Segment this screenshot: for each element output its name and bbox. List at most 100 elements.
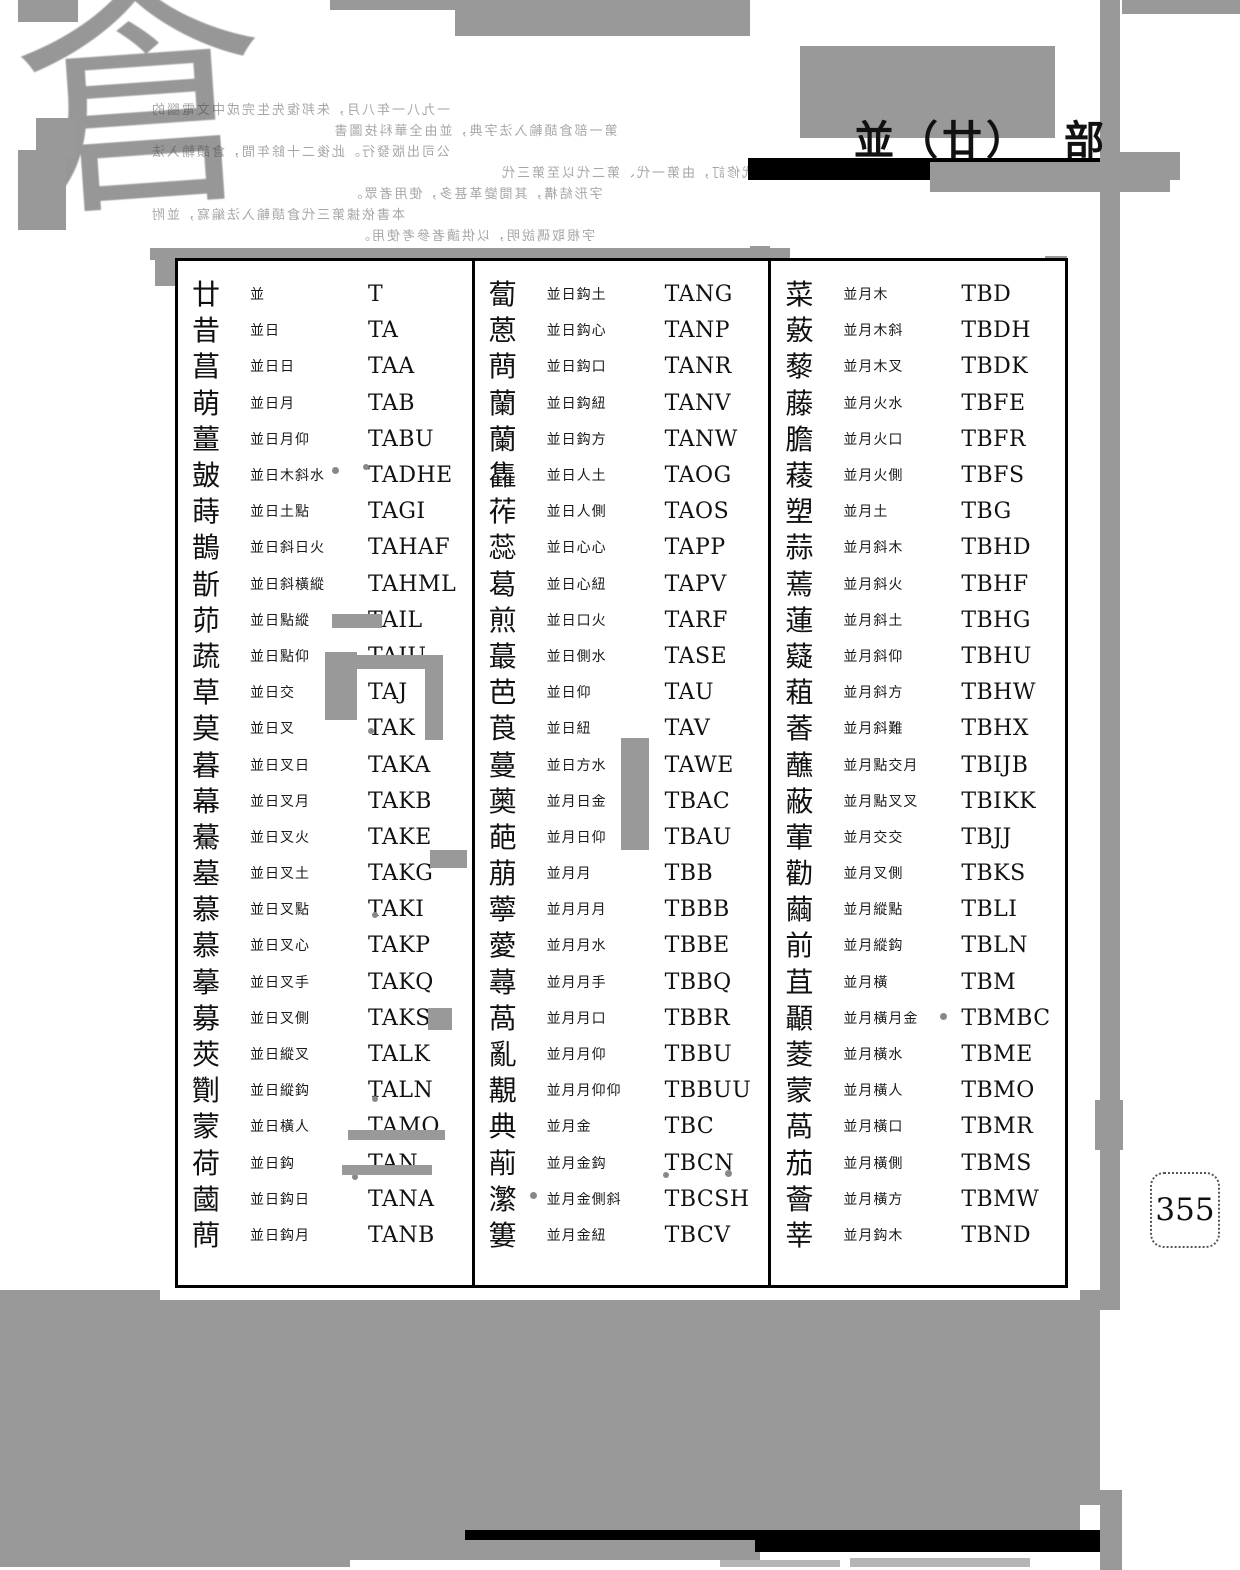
entry-character: 蕊 (488, 533, 517, 564)
dictionary-entry-row: 薂 並月木斜 TBDH (785, 313, 1059, 349)
scan-artifact (330, 0, 470, 10)
entry-cangjie-code: TAIU (368, 643, 427, 669)
dictionary-entry-row: 菱 並月橫水 TBME (785, 1037, 1059, 1073)
dictionary-entry-row: 葩 並月日仰 TBAU (489, 820, 763, 856)
entry-cangjie-code: TBMW (961, 1186, 1040, 1212)
dictionary-entry-row: 萠 並月月 TBB (489, 856, 763, 892)
page-number: 355 (1155, 1192, 1215, 1228)
dictionary-entry-row: 蘭 並日鈎紐 TANV (489, 386, 763, 422)
dictionary-entry-row: 慕 並日叉點 TAKI (192, 892, 466, 928)
entry-radical-decomposition: 並日叉 (250, 721, 295, 738)
entry-radical-decomposition: 並日木斜水 (250, 468, 325, 485)
entry-radical-decomposition: 並月叉側 (843, 866, 904, 883)
entry-radical-decomposition: 並日叉日 (250, 757, 310, 774)
entry-radical-decomposition: 並日人土 (546, 468, 607, 485)
entry-cangjie-code: TBLI (961, 897, 1018, 923)
scan-artifact-bar (755, 1530, 1100, 1552)
bleed-through-text: 一九八一年八月，朱邦復先生完成中文電腦的 第一部倉頡輸入法字典，並由全華科技圖書… (150, 100, 800, 260)
entry-radical-decomposition: 並月火水 (843, 395, 904, 412)
entry-cangjie-code: TAOG (664, 463, 732, 489)
entry-cangjie-code: TANR (664, 354, 732, 380)
entry-radical-decomposition: 並日縱叉 (250, 1047, 310, 1064)
entry-cangjie-code: TBB (664, 861, 714, 887)
dictionary-entry-row: 薐 並月火側 TBFS (785, 458, 1059, 494)
dictionary-entry-row: 膽 並月火口 TBFR (785, 422, 1059, 458)
entry-radical-decomposition: 並日叉土 (250, 866, 310, 883)
entry-radical-decomposition: 並月木叉 (843, 359, 904, 376)
scan-artifact (1100, 1490, 1122, 1570)
entry-character: 萌 (192, 388, 221, 419)
entry-character: 繭 (785, 895, 814, 926)
entry-character: 膽 (785, 424, 814, 455)
entry-character: 蕁 (488, 967, 517, 998)
dictionary-entry-row: 覯 並月月仰仰 TBBUU (489, 1073, 763, 1109)
dictionary-entry-row: 亂 並月月仰 TBBU (489, 1037, 763, 1073)
page-header: 並（廿） 部 (854, 108, 1108, 166)
entry-character: 蒙 (192, 1112, 221, 1143)
dictionary-entry-row: 薆 並月月水 TBBE (489, 928, 763, 964)
entry-cangjie-code: TASE (664, 643, 728, 669)
dictionary-entry-row: 蕊 並日心心 TAPP (489, 530, 763, 566)
entry-character: 薆 (488, 931, 517, 962)
entry-character: 薁 (488, 786, 517, 817)
entry-radical-decomposition: 並月鈎木 (843, 1227, 904, 1244)
entry-cangjie-code: TAOS (664, 499, 730, 525)
dictionary-entry-row: 莋 並日人側 TAOS (489, 494, 763, 530)
scan-artifact (1080, 1290, 1100, 1505)
dictionary-entry-row: 葛 並日心紐 TAPV (489, 567, 763, 603)
entry-radical-decomposition: 並日心心 (546, 540, 607, 557)
entry-character: 勸 (785, 859, 814, 890)
entry-character: 葛 (488, 569, 517, 600)
dictionary-entry-row: 草 並日交 TAJ (192, 675, 466, 711)
entry-radical-decomposition: 並月金 (546, 1119, 592, 1136)
scan-artifact (850, 1558, 1030, 1567)
entry-radical-decomposition: 並日鈎日 (250, 1191, 310, 1208)
entry-radical-decomposition: 並月火側 (843, 468, 904, 485)
entry-radical-decomposition: 並日鈎 (250, 1155, 295, 1172)
dictionary-column-2: 蔔並日鈎土 TANG 蒽並日鈎心 TANP 蔄並日鈎口 TANR 蘭並日鈎紐 TANV 蘭並日鈎… (471, 261, 769, 1285)
entry-cangjie-code: TBBE (664, 933, 730, 959)
dictionary-entry-row: 斮 並日斜橫縱 TAHML (192, 567, 466, 603)
ink-speck (940, 1013, 947, 1020)
entry-character: 廿 (192, 280, 221, 311)
entry-cangjie-code: TBHD (961, 535, 1032, 561)
entry-character: 萵 (785, 1112, 814, 1143)
entry-cangjie-code: TADHE (368, 463, 453, 489)
entry-character: 莫 (192, 714, 221, 745)
entry-radical-decomposition: 並日鈎方 (546, 431, 607, 448)
dictionary-entry-row: 萫 並月斜難 TBHX (785, 711, 1059, 747)
scan-artifact (0, 1290, 160, 1567)
entry-radical-decomposition: 並月月仰 (546, 1047, 607, 1064)
entry-character: 塑 (785, 497, 814, 528)
entry-cangjie-code: TBDH (961, 318, 1032, 344)
entry-character: 茄 (785, 1148, 814, 1179)
dictionary-entry-row: 勸 並月叉側 TBKS (785, 856, 1059, 892)
entry-character: 簍 (488, 1220, 517, 1251)
entry-radical-decomposition: 並月月 (546, 866, 592, 883)
entry-cangjie-code: TAKA (368, 752, 431, 778)
scan-artifact-bar (465, 1530, 1100, 1540)
entry-cangjie-code: TAV (664, 716, 711, 742)
entry-radical-decomposition: 並日鈎心 (546, 323, 607, 340)
dictionary-entry-row: 茄 並月橫側 TBMS (785, 1146, 1059, 1182)
entry-cangjie-code: TALK (368, 1042, 431, 1068)
dictionary-entry-row: 蔄 並日鈎月 TANB (192, 1218, 466, 1254)
entry-character: 蕞 (488, 641, 517, 672)
entry-cangjie-code: TBMBC (961, 1005, 1051, 1031)
dictionary-entry-row: 塑 並月土 TBG (785, 494, 1059, 530)
entry-radical-decomposition: 並月日仰 (546, 829, 607, 846)
dictionary-entry-row: 蔔 並日鈎土 TANG (489, 277, 763, 313)
dictionary-entry-row: 簍 並月金紐 TBCV (489, 1218, 763, 1254)
entry-cangjie-code: TAKQ (368, 969, 434, 995)
entry-character: 芭 (488, 678, 517, 709)
entry-character: 昔 (192, 316, 221, 347)
entry-radical-decomposition: 並月橫口 (843, 1119, 904, 1136)
entry-radical-decomposition: 並月月月 (546, 902, 607, 919)
entry-cangjie-code: TAGI (368, 499, 426, 525)
dictionary-entry-row: 蔽 並月點叉叉 TBIKK (785, 784, 1059, 820)
entry-radical-decomposition: 並月金紐 (546, 1227, 607, 1244)
dictionary-entry-row: 蘸 並月點交月 TBIJB (785, 747, 1059, 783)
dictionary-entry-row: 苴 並月橫 TBM (785, 965, 1059, 1001)
entry-cangjie-code: TAKI (368, 897, 425, 923)
dictionary-entry-row: 蒩 並月斜方 TBHW (785, 675, 1059, 711)
